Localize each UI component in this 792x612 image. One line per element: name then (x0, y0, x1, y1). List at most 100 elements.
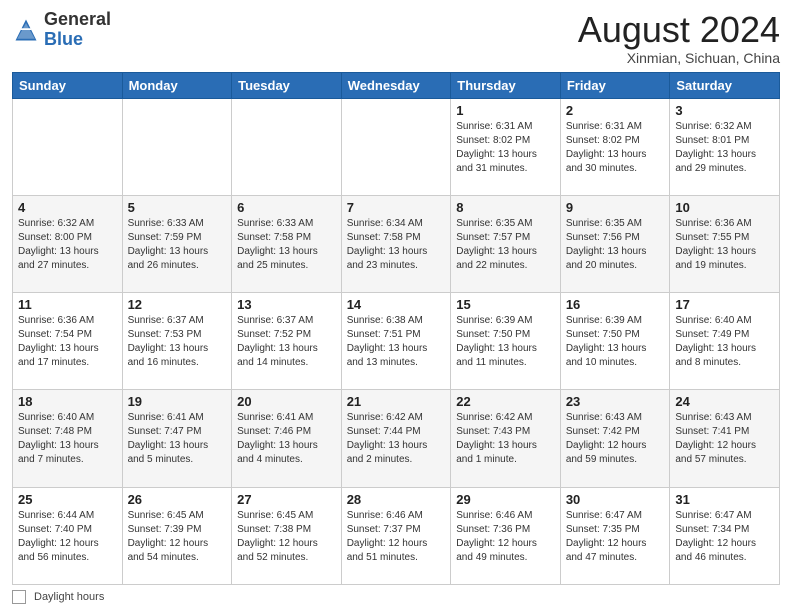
week-row-4: 18 Sunrise: 6:40 AM Sunset: 7:48 PM Dayli… (13, 390, 780, 487)
day-number: 31 (675, 492, 774, 507)
day-cell: 11 Sunrise: 6:36 AM Sunset: 7:54 PM Dayli… (13, 293, 123, 390)
weekday-header-monday: Monday (122, 72, 232, 98)
day-number: 29 (456, 492, 555, 507)
day-cell (13, 98, 123, 195)
day-number: 17 (675, 297, 774, 312)
day-number: 1 (456, 103, 555, 118)
day-info: Sunrise: 6:45 AM Sunset: 7:39 PM Dayligh… (128, 509, 227, 565)
day-number: 23 (566, 394, 665, 409)
day-info: Sunrise: 6:44 AM Sunset: 7:40 PM Dayligh… (18, 509, 117, 565)
day-number: 6 (237, 200, 336, 215)
day-cell: 5Sunrise: 6:33 AM Sunset: 7:59 PM Daylig… (122, 195, 232, 292)
day-cell: 6Sunrise: 6:33 AM Sunset: 7:58 PM Daylig… (232, 195, 342, 292)
day-number: 25 (18, 492, 117, 507)
day-cell: 13 Sunrise: 6:37 AM Sunset: 7:52 PM Dayli… (232, 293, 342, 390)
weekday-header-tuesday: Tuesday (232, 72, 342, 98)
day-number: 24 (675, 394, 774, 409)
day-info: Sunrise: 6:32 AM Sunset: 8:01 PM Dayligh… (675, 120, 774, 176)
day-info: Sunrise: 6:46 AM Sunset: 7:36 PM Dayligh… (456, 509, 555, 565)
logo-icon (12, 16, 40, 44)
day-cell: 14Sunrise: 6:38 AM Sunset: 7:51 PM Dayli… (341, 293, 451, 390)
day-number: 12 (128, 297, 227, 312)
day-info: Sunrise: 6:37 AM Sunset: 7:52 PM Dayligh… (237, 314, 336, 370)
day-cell: 17 Sunrise: 6:40 AM Sunset: 7:49 PM Dayli… (670, 293, 780, 390)
day-cell: 10 Sunrise: 6:36 AM Sunset: 7:55 PM Dayli… (670, 195, 780, 292)
day-number: 22 (456, 394, 555, 409)
day-number: 11 (18, 297, 117, 312)
main-title: August 2024 (578, 10, 780, 50)
day-cell: 2 Sunrise: 6:31 AM Sunset: 8:02 PM Daylig… (560, 98, 670, 195)
day-cell: 9Sunrise: 6:35 AM Sunset: 7:56 PM Daylig… (560, 195, 670, 292)
logo-blue-text: Blue (44, 29, 83, 49)
day-info: Sunrise: 6:36 AM Sunset: 7:54 PM Dayligh… (18, 314, 117, 370)
day-number: 21 (347, 394, 446, 409)
day-number: 2 (566, 103, 665, 118)
day-info: Sunrise: 6:34 AM Sunset: 7:58 PM Dayligh… (347, 217, 446, 273)
day-cell (122, 98, 232, 195)
day-info: Sunrise: 6:39 AM Sunset: 7:50 PM Dayligh… (566, 314, 665, 370)
week-row-1: 1 Sunrise: 6:31 AM Sunset: 8:02 PM Daylig… (13, 98, 780, 195)
calendar-table: SundayMondayTuesdayWednesdayThursdayFrid… (12, 72, 780, 585)
day-cell (341, 98, 451, 195)
day-cell: 21 Sunrise: 6:42 AM Sunset: 7:44 PM Dayli… (341, 390, 451, 487)
logo-text: General Blue (44, 10, 111, 50)
day-info: Sunrise: 6:46 AM Sunset: 7:37 PM Dayligh… (347, 509, 446, 565)
day-number: 19 (128, 394, 227, 409)
day-info: Sunrise: 6:31 AM Sunset: 8:02 PM Dayligh… (566, 120, 665, 176)
day-cell: 26Sunrise: 6:45 AM Sunset: 7:39 PM Dayli… (122, 487, 232, 584)
day-info: Sunrise: 6:47 AM Sunset: 7:35 PM Dayligh… (566, 509, 665, 565)
daylight-box (12, 590, 26, 604)
day-cell: 25 Sunrise: 6:44 AM Sunset: 7:40 PM Dayli… (13, 487, 123, 584)
day-number: 15 (456, 297, 555, 312)
day-number: 4 (18, 200, 117, 215)
day-info: Sunrise: 6:40 AM Sunset: 7:48 PM Dayligh… (18, 411, 117, 467)
day-info: Sunrise: 6:31 AM Sunset: 8:02 PM Dayligh… (456, 120, 555, 176)
day-info: Sunrise: 6:41 AM Sunset: 7:46 PM Dayligh… (237, 411, 336, 467)
week-row-5: 25 Sunrise: 6:44 AM Sunset: 7:40 PM Dayli… (13, 487, 780, 584)
day-info: Sunrise: 6:41 AM Sunset: 7:47 PM Dayligh… (128, 411, 227, 467)
day-info: Sunrise: 6:40 AM Sunset: 7:49 PM Dayligh… (675, 314, 774, 370)
day-number: 10 (675, 200, 774, 215)
day-cell: 4Sunrise: 6:32 AM Sunset: 8:00 PM Daylig… (13, 195, 123, 292)
day-cell: 30 Sunrise: 6:47 AM Sunset: 7:35 PM Dayli… (560, 487, 670, 584)
day-info: Sunrise: 6:39 AM Sunset: 7:50 PM Dayligh… (456, 314, 555, 370)
day-number: 7 (347, 200, 446, 215)
day-number: 27 (237, 492, 336, 507)
day-number: 8 (456, 200, 555, 215)
day-cell: 20Sunrise: 6:41 AM Sunset: 7:46 PM Dayli… (232, 390, 342, 487)
day-info: Sunrise: 6:42 AM Sunset: 7:43 PM Dayligh… (456, 411, 555, 467)
weekday-header-thursday: Thursday (451, 72, 561, 98)
day-cell (232, 98, 342, 195)
weekday-header-row: SundayMondayTuesdayWednesdayThursdayFrid… (13, 72, 780, 98)
day-info: Sunrise: 6:38 AM Sunset: 7:51 PM Dayligh… (347, 314, 446, 370)
day-number: 9 (566, 200, 665, 215)
day-number: 30 (566, 492, 665, 507)
day-cell: 16 Sunrise: 6:39 AM Sunset: 7:50 PM Dayli… (560, 293, 670, 390)
day-cell: 23Sunrise: 6:43 AM Sunset: 7:42 PM Dayli… (560, 390, 670, 487)
header: General Blue August 2024 Xinmian, Sichua… (12, 10, 780, 66)
day-info: Sunrise: 6:35 AM Sunset: 7:57 PM Dayligh… (456, 217, 555, 273)
day-number: 13 (237, 297, 336, 312)
logo: General Blue (12, 10, 111, 50)
day-info: Sunrise: 6:36 AM Sunset: 7:55 PM Dayligh… (675, 217, 774, 273)
footer: Daylight hours (12, 590, 780, 604)
day-info: Sunrise: 6:42 AM Sunset: 7:44 PM Dayligh… (347, 411, 446, 467)
day-cell: 12 Sunrise: 6:37 AM Sunset: 7:53 PM Dayli… (122, 293, 232, 390)
day-cell: 19 Sunrise: 6:41 AM Sunset: 7:47 PM Dayli… (122, 390, 232, 487)
weekday-header-friday: Friday (560, 72, 670, 98)
day-number: 16 (566, 297, 665, 312)
day-number: 18 (18, 394, 117, 409)
day-info: Sunrise: 6:45 AM Sunset: 7:38 PM Dayligh… (237, 509, 336, 565)
weekday-header-wednesday: Wednesday (341, 72, 451, 98)
day-cell: 15 Sunrise: 6:39 AM Sunset: 7:50 PM Dayli… (451, 293, 561, 390)
subtitle: Xinmian, Sichuan, China (578, 50, 780, 66)
day-cell: 8 Sunrise: 6:35 AM Sunset: 7:57 PM Daylig… (451, 195, 561, 292)
day-cell: 24Sunrise: 6:43 AM Sunset: 7:41 PM Dayli… (670, 390, 780, 487)
day-number: 3 (675, 103, 774, 118)
day-info: Sunrise: 6:37 AM Sunset: 7:53 PM Dayligh… (128, 314, 227, 370)
week-row-2: 4Sunrise: 6:32 AM Sunset: 8:00 PM Daylig… (13, 195, 780, 292)
day-cell: 31Sunrise: 6:47 AM Sunset: 7:34 PM Dayli… (670, 487, 780, 584)
day-cell: 1 Sunrise: 6:31 AM Sunset: 8:02 PM Daylig… (451, 98, 561, 195)
day-number: 28 (347, 492, 446, 507)
day-cell: 3 Sunrise: 6:32 AM Sunset: 8:01 PM Daylig… (670, 98, 780, 195)
